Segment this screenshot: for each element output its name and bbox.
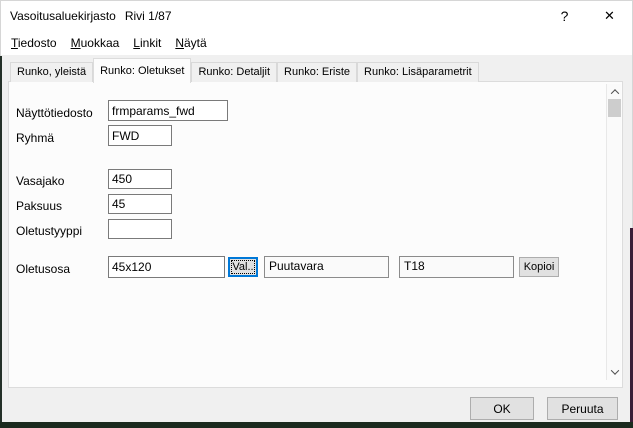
tab-strip: Runko, yleistä Runko: Oletukset Runko: D…	[10, 57, 479, 82]
scrollbar-thumb[interactable]	[608, 99, 621, 117]
help-icon: ?	[561, 8, 569, 24]
close-button[interactable]: ✕	[587, 1, 632, 31]
default-type-input[interactable]	[108, 219, 172, 239]
tab-runko-yleista[interactable]: Runko, yleistä	[10, 62, 93, 82]
row-indicator: Rivi 1/87	[125, 9, 172, 23]
select-part-button[interactable]: Val..	[228, 257, 258, 277]
background-edge-left	[0, 56, 2, 423]
chevron-down-icon	[610, 366, 618, 374]
close-icon: ✕	[604, 8, 615, 24]
default-part-input[interactable]	[108, 256, 225, 278]
menu-item-tiedosto[interactable]: Tiedosto	[4, 33, 64, 53]
vertical-scrollbar[interactable]	[606, 84, 621, 380]
ok-button[interactable]: OK	[470, 397, 534, 420]
scrollbar-down-button[interactable]	[607, 364, 622, 380]
tab-runko-oletukset[interactable]: Runko: Oletukset	[93, 58, 191, 83]
tab-runko-detaljit[interactable]: Runko: Detaljit	[191, 62, 277, 82]
tab-runko-eriste[interactable]: Runko: Eriste	[277, 62, 357, 82]
menu-bar: Tiedosto Muokkaa Linkit Näytä	[1, 31, 632, 55]
window-title: Vasoitusaluekirjasto	[10, 9, 116, 23]
menu-accel: M	[71, 36, 81, 50]
scrollbar-up-button[interactable]	[607, 84, 622, 100]
menu-label: uokkaa	[81, 36, 120, 50]
title-bar: Vasoitusaluekirjasto Rivi 1/87 ? ✕	[1, 1, 632, 31]
thickness-label: Paksuus	[16, 199, 62, 213]
display-file-label: Näyttötiedosto	[16, 106, 93, 120]
menu-label: iedosto	[18, 36, 57, 50]
menu-accel: T	[11, 36, 18, 50]
group-label: Ryhmä	[16, 131, 54, 145]
menu-accel: L	[133, 36, 140, 50]
default-type-label: Oletustyyppi	[16, 224, 82, 238]
chevron-up-icon	[610, 89, 618, 97]
thickness-input[interactable]	[108, 194, 172, 214]
menu-item-muokkaa[interactable]: Muokkaa	[64, 33, 127, 53]
material-readonly-field: Puutavara	[264, 256, 389, 278]
titlebar-buttons: ? ✕	[542, 1, 632, 31]
background-edge-bottom	[0, 422, 633, 428]
tab-page-oletukset: Näyttötiedosto Ryhmä Vasajako Paksuus Ol…	[8, 81, 623, 388]
default-part-label: Oletusosa	[16, 262, 70, 276]
menu-label: äytä	[184, 36, 207, 50]
rafter-spacing-input[interactable]	[108, 169, 172, 189]
menu-item-nayta[interactable]: Näytä	[168, 33, 213, 53]
cancel-button[interactable]: Peruuta	[547, 397, 618, 420]
menu-label: inkit	[140, 36, 161, 50]
display-file-input[interactable]	[108, 100, 228, 121]
rafter-spacing-label: Vasajako	[16, 174, 64, 188]
menu-accel: N	[175, 36, 184, 50]
help-button[interactable]: ?	[542, 1, 587, 31]
dialog-window: Vasoitusaluekirjasto Rivi 1/87 ? ✕ Tiedo…	[0, 0, 633, 428]
copy-button[interactable]: Kopioi	[519, 257, 559, 277]
grade-readonly-field: T18	[399, 256, 514, 278]
tab-runko-lisaparametrit[interactable]: Runko: Lisäparametrit	[357, 62, 479, 82]
menu-item-linkit[interactable]: Linkit	[126, 33, 168, 53]
group-input[interactable]	[108, 125, 172, 146]
